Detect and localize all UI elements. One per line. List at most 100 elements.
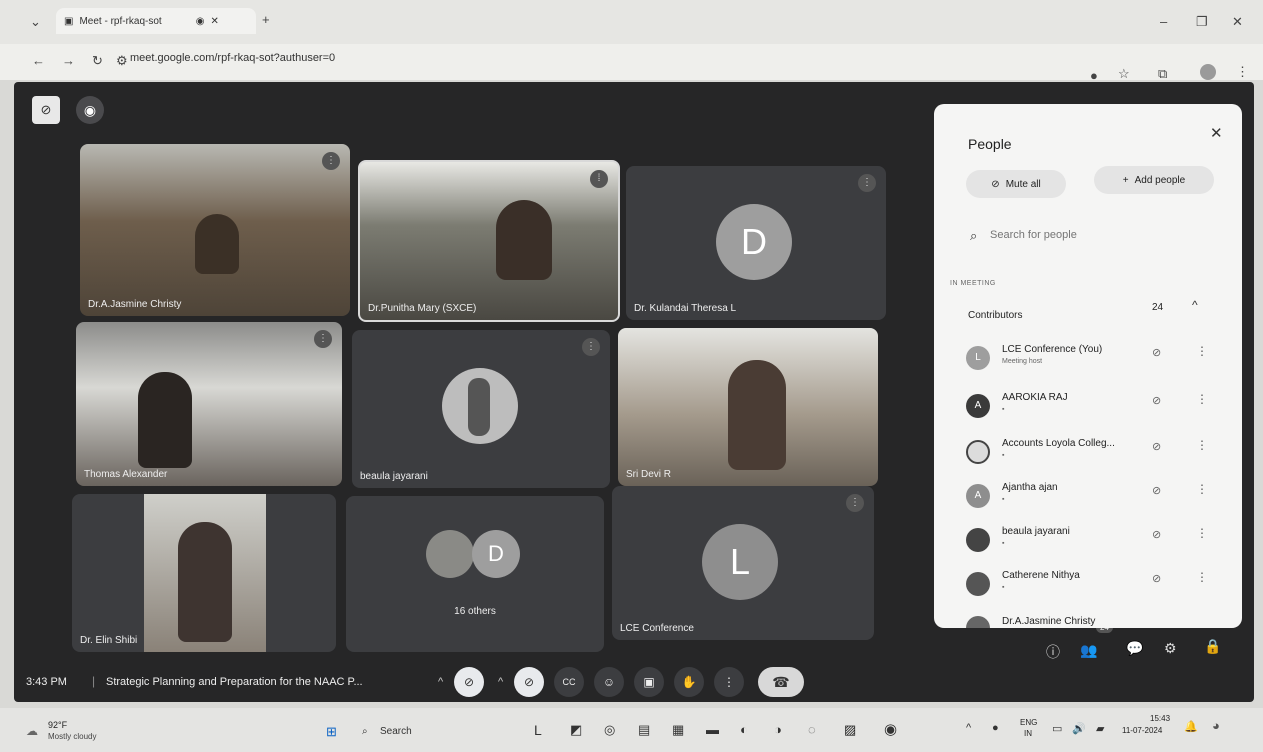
site-info-icon[interactable]: ⚙ [116, 53, 128, 69]
meeting-info-icon[interactable]: ⓘ [1046, 642, 1060, 662]
chrome-icon[interactable]: ◉ [884, 720, 897, 738]
widgets-icon[interactable]: ▬ [706, 722, 719, 737]
recording-status-icon[interactable]: ◉ [76, 96, 104, 124]
participant-figure [496, 200, 552, 280]
participant-name: LCE Conference (You) [1002, 344, 1103, 355]
tile-menu-icon[interactable]: ⋮ [314, 330, 332, 348]
url-field[interactable]: meet.google.com/rpf-rkaq-sot?authuser=0 [130, 52, 335, 64]
participant-row[interactable]: A Ajantha ajan ▪ ⊘ ⋮ [934, 474, 1242, 518]
tab-close-icon[interactable]: ✕ [210, 16, 218, 27]
video-tile-active-speaker[interactable]: ⁞ Dr.Punitha Mary (SXCE) [358, 160, 620, 322]
browser-tab[interactable]: ▣ Meet - rpf-rkaq-sot ◉ ✕ [56, 8, 256, 34]
camera-off-indicator-icon[interactable]: ⊘ [32, 96, 60, 124]
mic-permission-icon[interactable]: ● [1090, 68, 1098, 83]
participant-row[interactable]: Dr.A.Jasmine Christy [934, 606, 1242, 628]
video-options-chevron-icon[interactable]: ^ [498, 676, 503, 688]
group-name[interactable]: Contributors [968, 310, 1022, 321]
mic-off-icon[interactable]: ⊘ [1152, 346, 1161, 359]
edge-icon[interactable]: ◐ [740, 722, 748, 737]
present-screen-button[interactable]: ▣ [634, 667, 664, 697]
user-tray-icon[interactable]: ◕ [1212, 718, 1220, 733]
video-tile[interactable]: Sri Devi R [618, 328, 878, 486]
windows-start-icon[interactable]: ⊞ [326, 724, 337, 740]
whatsapp-icon[interactable]: ◌ [808, 722, 816, 737]
profile-avatar[interactable] [1200, 64, 1216, 80]
tray-overflow-icon[interactable]: ^ [966, 722, 971, 734]
clock-time[interactable]: 15:43 [1150, 714, 1170, 723]
language-primary[interactable]: ENG [1020, 718, 1037, 727]
tile-menu-icon[interactable]: ⋮ [846, 494, 864, 512]
mute-all-button[interactable]: ⊘ Mute all [966, 170, 1066, 198]
collapse-chevron-icon[interactable]: ^ [1192, 298, 1198, 312]
volume-icon[interactable]: 🔊 [1072, 722, 1086, 735]
reload-icon[interactable]: ↻ [92, 53, 103, 69]
file-explorer-icon[interactable]: ▤ [638, 722, 650, 738]
avatar-tile[interactable]: ⋮ beaula jayarani [352, 330, 610, 488]
video-tile[interactable]: ⋮ Dr.A.Jasmine Christy [80, 144, 350, 316]
app-l-icon[interactable]: L [534, 722, 542, 738]
back-icon[interactable]: ← [32, 53, 45, 68]
browser-menu-icon[interactable]: ⋮ [1236, 64, 1249, 80]
camera-off-button[interactable]: ⊘ [514, 667, 544, 697]
participant-row[interactable]: beaula jayarani ▪ ⊘ ⋮ [934, 518, 1242, 562]
people-icon[interactable]: 👥 [1080, 642, 1097, 659]
audio-options-chevron-icon[interactable]: ^ [438, 676, 443, 688]
bookmark-star-icon[interactable]: ☆ [1118, 66, 1130, 82]
forward-icon[interactable]: → [62, 53, 75, 68]
participant-row[interactable]: Catherene Nithya ▪ ⊘ ⋮ [934, 562, 1242, 606]
chat-icon[interactable]: 💬 [1126, 640, 1143, 657]
video-tile[interactable]: ⋮ Thomas Alexander [76, 322, 342, 486]
participant-menu-icon[interactable]: ⋮ [1196, 392, 1208, 406]
participant-menu-icon[interactable]: ⋮ [1196, 526, 1208, 540]
mic-off-icon[interactable]: ⊘ [1152, 484, 1161, 497]
participant-row[interactable]: Accounts Loyola Colleg... ▪ ⊘ ⋮ [934, 430, 1242, 474]
tab-search-chevron-icon[interactable]: ⌄ [30, 14, 41, 30]
minimize-icon[interactable]: – [1160, 14, 1167, 29]
avatar-tile[interactable]: D ⋮ Dr. Kulandai Theresa L [626, 166, 886, 320]
participant-menu-icon[interactable]: ⋮ [1196, 344, 1208, 358]
others-tile[interactable]: D 16 others [346, 496, 604, 652]
taskbar-search-label[interactable]: Search [380, 726, 412, 737]
emoji-reaction-button[interactable]: ☺ [594, 667, 624, 697]
avatar-tile[interactable]: L ⋮ LCE Conference [612, 486, 874, 640]
add-people-button[interactable]: + Add people [1094, 166, 1214, 194]
raise-hand-button[interactable]: ✋ [674, 667, 704, 697]
tray-mic-icon[interactable]: ● [992, 722, 999, 734]
group-count: 24 [1152, 302, 1164, 313]
notification-bell-icon[interactable]: 🔔 [1184, 720, 1198, 733]
mic-off-icon[interactable]: ⊘ [1152, 440, 1161, 453]
weather-temp[interactable]: 92°F [48, 720, 67, 730]
captions-button[interactable]: CC [554, 667, 584, 697]
mic-off-icon[interactable]: ⊘ [1152, 572, 1161, 585]
tile-menu-icon[interactable]: ⋮ [582, 338, 600, 356]
microphone-off-button[interactable]: ⊘ [454, 667, 484, 697]
activities-icon[interactable]: ⚙ [1164, 640, 1177, 657]
participant-row[interactable]: A AAROKIA RAJ ▪ ⊘ ⋮ [934, 384, 1242, 428]
app-c-icon[interactable]: ◑ [774, 722, 782, 737]
more-options-button[interactable]: ⋮ [714, 667, 744, 697]
video-tile[interactable]: Dr. Elin Shibi [72, 494, 336, 652]
mic-off-icon[interactable]: ⊘ [1152, 528, 1161, 541]
tile-menu-icon[interactable]: ⋮ [858, 174, 876, 192]
participant-menu-icon[interactable]: ⋮ [1196, 482, 1208, 496]
photo-app-icon[interactable]: ▨ [844, 722, 856, 738]
teams-icon[interactable]: ◩ [570, 722, 582, 738]
leave-call-button[interactable]: ☎ [758, 667, 804, 697]
battery-icon[interactable]: ▰ [1096, 722, 1104, 735]
panel-close-icon[interactable]: ✕ [1210, 124, 1223, 142]
mic-off-icon[interactable]: ⊘ [1152, 394, 1161, 407]
participant-menu-icon[interactable]: ⋮ [1196, 570, 1208, 584]
window-close-icon[interactable]: ✕ [1232, 14, 1243, 30]
tile-menu-icon[interactable]: ⋮ [322, 152, 340, 170]
participant-row[interactable]: L LCE Conference (You) Meeting host ⊘ ⋮ [934, 336, 1242, 380]
host-controls-icon[interactable]: 🔒 [1204, 638, 1221, 655]
new-tab-icon[interactable]: + [262, 12, 270, 27]
meeting-title[interactable]: Strategic Planning and Preparation for t… [106, 676, 363, 688]
participant-menu-icon[interactable]: ⋮ [1196, 438, 1208, 452]
search-people-input[interactable] [988, 222, 1212, 248]
copilot-icon[interactable]: ◎ [604, 722, 615, 738]
network-icon[interactable]: ▭ [1052, 722, 1062, 735]
extensions-icon[interactable]: ⧉ [1158, 66, 1167, 82]
restore-icon[interactable]: ❐ [1196, 14, 1208, 30]
store-icon[interactable]: ▦ [672, 722, 684, 738]
